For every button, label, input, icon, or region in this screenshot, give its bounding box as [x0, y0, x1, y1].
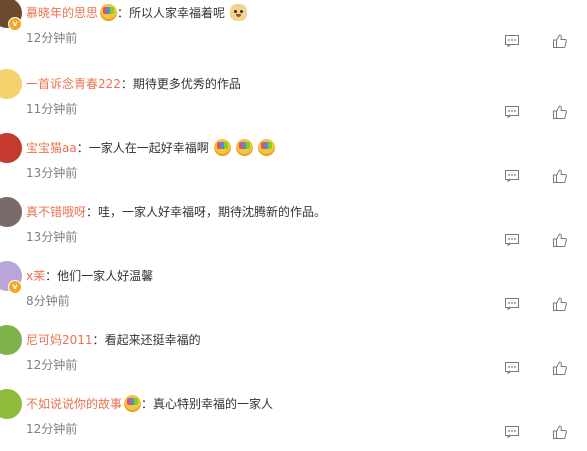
cheer-emoji-icon: [235, 139, 253, 156]
thumb-up-icon[interactable]: [553, 34, 567, 48]
thumb-up-icon[interactable]: [553, 169, 567, 183]
verified-badge-icon: v: [8, 17, 22, 31]
dog-emoji-icon: [230, 4, 248, 21]
comment-line: 慕晓年的思思 ：所以人家幸福着呢: [26, 4, 248, 22]
avatar[interactable]: [0, 133, 22, 163]
username-link[interactable]: 慕晓年的思思: [26, 6, 98, 20]
comment-icon[interactable]: [505, 298, 519, 310]
comment-time: 8分钟前: [26, 294, 70, 308]
cheer-emoji-icon: [213, 139, 231, 156]
username-link[interactable]: 不如说说你的故事: [26, 397, 122, 411]
comment-line: 一首诉念青春222：期待更多优秀的作品: [26, 75, 241, 93]
comment-item: 一首诉念青春222：期待更多优秀的作品 11分钟前: [0, 67, 587, 131]
comment-item: 宝宝猫aa：一家人在一起好幸福啊 13分钟前: [0, 131, 587, 195]
comment-time: 11分钟前: [26, 102, 78, 116]
comment-line: 真不错哦呀：哇，一家人好幸福呀，期待沈腾新的作品。: [26, 203, 326, 221]
comment-icon[interactable]: [505, 106, 519, 118]
colon-separator: ：: [92, 333, 105, 347]
comment-item: v 慕晓年的思思 ：所以人家幸福着呢 12分钟前: [0, 0, 587, 60]
comment-line: 不如说说你的故事 ：真心特别幸福的一家人: [26, 395, 273, 413]
comment-icon[interactable]: [505, 234, 519, 246]
avatar[interactable]: [0, 197, 22, 227]
cheer-emoji-icon: [124, 395, 142, 412]
colon-separator: ：: [141, 397, 154, 411]
comment-line: 宝宝猫aa：一家人在一起好幸福啊: [26, 139, 275, 157]
thumb-up-icon[interactable]: [553, 361, 567, 375]
comment-icon[interactable]: [505, 35, 519, 47]
comment-text: 真心特别幸福的一家人: [153, 397, 274, 411]
username-link[interactable]: 尼可妈2011: [26, 333, 93, 347]
comment-item: 不如说说你的故事 ：真心特别幸福的一家人 12分钟前: [0, 387, 587, 451]
avatar[interactable]: [0, 389, 22, 419]
verified-badge-icon: v: [8, 280, 22, 294]
colon-separator: ：: [45, 269, 58, 283]
username-link[interactable]: 一首诉念青春222: [26, 77, 121, 91]
thumb-up-icon[interactable]: [553, 297, 567, 311]
avatar[interactable]: [0, 325, 22, 355]
cheer-emoji-icon: [257, 139, 275, 156]
comment-text: 哇，一家人好幸福呀，期待沈腾新的作品。: [98, 205, 327, 219]
comment-icon[interactable]: [505, 426, 519, 438]
thumb-up-icon[interactable]: [553, 105, 567, 119]
comment-time: 12分钟前: [26, 31, 78, 45]
colon-separator: ：: [120, 77, 133, 91]
comment-time: 12分钟前: [26, 358, 78, 372]
comment-time: 12分钟前: [26, 422, 78, 436]
comment-text: 一家人在一起好幸福啊: [88, 141, 209, 155]
comment-line: 尼可妈2011：看起来还挺幸福的: [26, 331, 201, 349]
comment-text: 所以人家幸福着呢: [129, 6, 226, 20]
comment-icon[interactable]: [505, 362, 519, 374]
comment-item: v x茉：他们一家人好温馨 8分钟前: [0, 259, 587, 323]
username-link[interactable]: 真不错哦呀: [26, 205, 86, 219]
comment-item: 尼可妈2011：看起来还挺幸福的 12分钟前: [0, 323, 587, 387]
comment-line: x茉：他们一家人好温馨: [26, 267, 153, 285]
avatar[interactable]: [0, 69, 22, 99]
comment-time: 13分钟前: [26, 230, 78, 244]
colon-separator: ：: [117, 6, 130, 20]
thumb-up-icon[interactable]: [553, 233, 567, 247]
username-link[interactable]: x茉: [26, 269, 45, 283]
comment-text: 期待更多优秀的作品: [132, 77, 241, 91]
colon-separator: ：: [76, 141, 89, 155]
comment-text: 看起来还挺幸福的: [104, 333, 201, 347]
comment-time: 13分钟前: [26, 166, 78, 180]
username-link[interactable]: 宝宝猫aa: [26, 141, 77, 155]
colon-separator: ：: [86, 205, 99, 219]
comment-text: 他们一家人好温馨: [57, 269, 154, 283]
comment-item: 真不错哦呀：哇，一家人好幸福呀，期待沈腾新的作品。 13分钟前: [0, 195, 587, 259]
cheer-emoji-icon: [100, 4, 118, 21]
thumb-up-icon[interactable]: [553, 425, 567, 439]
comment-icon[interactable]: [505, 170, 519, 182]
comment-list: v 慕晓年的思思 ：所以人家幸福着呢 12分钟前 一首诉念青春222：期待更多优秀的作品…: [0, 0, 587, 445]
